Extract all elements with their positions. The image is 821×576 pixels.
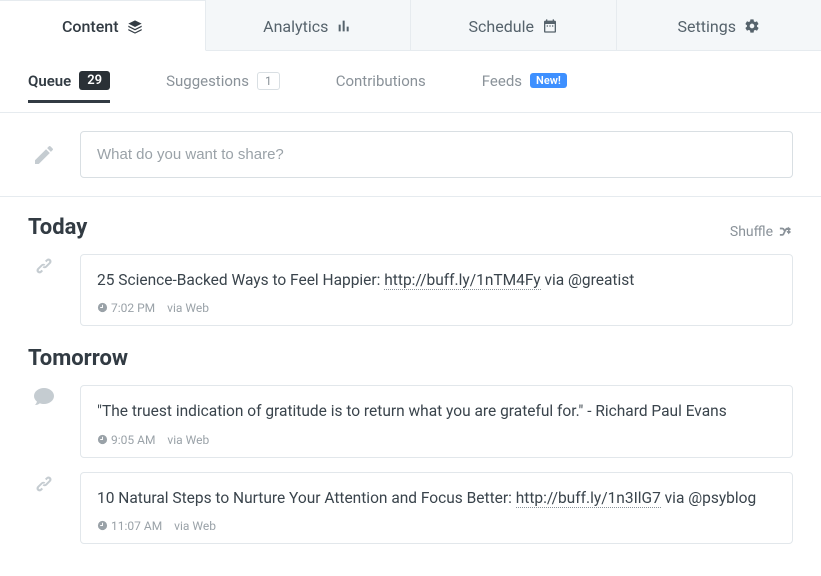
post-card[interactable]: 25 Science-Backed Ways to Feel Happier: … [80, 254, 793, 326]
clock-icon [97, 520, 108, 531]
subtab-suggestions-label: Suggestions [166, 72, 249, 90]
post-card[interactable]: 10 Natural Steps to Nurture Your Attenti… [80, 472, 793, 544]
day-header-today: Today Shuffle [28, 215, 793, 240]
main-tabs: Content Analytics Schedule Settings [0, 0, 821, 51]
subtab-suggestions[interactable]: Suggestions 1 [166, 72, 280, 102]
link-icon [28, 472, 60, 496]
chart-icon [336, 18, 352, 34]
post-text: 10 Natural Steps to Nurture Your Attenti… [97, 487, 776, 509]
tab-content[interactable]: Content [0, 0, 206, 51]
post-time-text: 9:05 AM [111, 433, 155, 447]
subtab-queue-label: Queue [28, 72, 71, 90]
composer-row [0, 113, 821, 197]
link-icon [28, 254, 60, 278]
subtab-feeds-label: Feeds [482, 72, 522, 90]
post-text-prefix: 10 Natural Steps to Nurture Your Attenti… [97, 489, 516, 507]
tab-schedule-label: Schedule [469, 17, 534, 36]
post-source: via Web [174, 519, 216, 533]
post-time-text: 11:07 AM [111, 519, 162, 533]
post-text-prefix: 25 Science-Backed Ways to Feel Happier: [97, 271, 384, 289]
subtab-queue[interactable]: Queue 29 [28, 71, 110, 102]
clock-icon [97, 302, 108, 313]
post-source: via Web [167, 433, 209, 447]
feeds-new-badge: New! [530, 73, 567, 88]
post-meta: 7:02 PM via Web [97, 301, 776, 315]
day-title-today: Today [28, 215, 87, 240]
post-row: 10 Natural Steps to Nurture Your Attenti… [28, 472, 793, 544]
pencil-icon [28, 143, 60, 167]
post-text-suffix: via @greatist [541, 271, 635, 289]
post-card[interactable]: "The truest indication of gratitude is t… [80, 385, 793, 457]
gear-icon [744, 18, 760, 34]
subtab-feeds[interactable]: Feeds New! [482, 72, 567, 102]
post-row: "The truest indication of gratitude is t… [28, 385, 793, 457]
post-text-prefix: "The truest indication of gratitude is t… [97, 402, 727, 420]
post-time-text: 7:02 PM [111, 301, 155, 315]
calendar-icon [542, 18, 558, 34]
post-text: "The truest indication of gratitude is t… [97, 400, 776, 422]
day-title-tomorrow: Tomorrow [28, 346, 128, 371]
post-meta: 9:05 AM via Web [97, 433, 776, 447]
tab-settings-label: Settings [678, 17, 736, 36]
tab-analytics[interactable]: Analytics [206, 0, 412, 50]
tab-settings[interactable]: Settings [617, 0, 821, 50]
queue-content: Today Shuffle 25 Science-Backed Ways to … [0, 197, 821, 544]
post-time: 9:05 AM [97, 433, 155, 447]
tab-analytics-label: Analytics [263, 17, 328, 36]
post-url: http://buff.ly/1n3IlG7 [516, 489, 661, 508]
tab-schedule[interactable]: Schedule [411, 0, 617, 50]
layers-icon [127, 19, 143, 35]
subtab-contributions-label: Contributions [336, 72, 426, 90]
chat-icon [28, 385, 60, 409]
clock-icon [97, 434, 108, 445]
post-text: 25 Science-Backed Ways to Feel Happier: … [97, 269, 776, 291]
queue-count-badge: 29 [79, 71, 110, 90]
sub-tabs: Queue 29 Suggestions 1 Contributions Fee… [0, 51, 821, 113]
composer-input[interactable] [80, 131, 793, 178]
shuffle-button[interactable]: Shuffle [730, 224, 793, 240]
suggestions-count-badge: 1 [257, 72, 280, 90]
post-time: 7:02 PM [97, 301, 155, 315]
post-row: 25 Science-Backed Ways to Feel Happier: … [28, 254, 793, 326]
shuffle-icon [779, 225, 793, 239]
post-text-suffix: via @psyblog [661, 489, 756, 507]
subtab-contributions[interactable]: Contributions [336, 72, 426, 102]
post-source: via Web [167, 301, 209, 315]
day-header-tomorrow: Tomorrow [28, 346, 793, 371]
tab-content-label: Content [62, 17, 119, 36]
shuffle-label: Shuffle [730, 224, 773, 240]
post-meta: 11:07 AM via Web [97, 519, 776, 533]
post-time: 11:07 AM [97, 519, 162, 533]
post-url: http://buff.ly/1nTM4Fy [384, 271, 540, 290]
